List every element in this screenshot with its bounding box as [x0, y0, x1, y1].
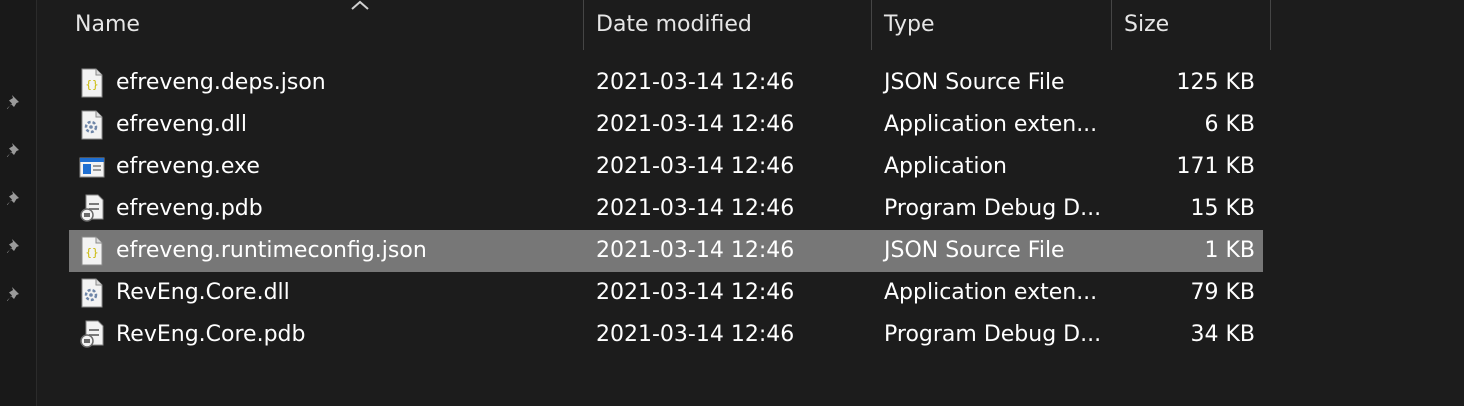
file-row[interactable]: efreveng.pdb 2021-03-14 12:46 Program De… [69, 188, 1263, 230]
column-divider[interactable] [1111, 0, 1112, 50]
file-type: JSON Source File [884, 238, 1065, 263]
column-divider[interactable] [1270, 0, 1271, 50]
file-row[interactable]: efreveng.dll 2021-03-14 12:46 Applicatio… [69, 104, 1263, 146]
file-row[interactable]: RevEng.Core.pdb 2021-03-14 12:46 Program… [69, 314, 1263, 356]
file-row-selected[interactable]: {} efreveng.runtimeconfig.json 2021-03-1… [69, 230, 1263, 272]
file-size: 79 KB [1190, 280, 1255, 305]
pin-icon[interactable] [4, 140, 26, 162]
file-type: Application exten... [884, 112, 1098, 137]
column-header-name[interactable]: Name [75, 0, 583, 50]
file-name: efreveng.dll [116, 112, 248, 137]
svg-text:{}: {} [85, 246, 98, 259]
pdb-file-icon [79, 320, 105, 350]
file-date-modified: 2021-03-14 12:46 [596, 280, 795, 305]
json-file-icon: {} [79, 236, 105, 266]
file-name: efreveng.exe [116, 154, 260, 179]
file-name: efreveng.pdb [116, 196, 263, 221]
file-row[interactable]: efreveng.exe 2021-03-14 12:46 Applicatio… [69, 146, 1263, 188]
file-row[interactable]: RevEng.Core.dll 2021-03-14 12:46 Applica… [69, 272, 1263, 314]
pin-icon[interactable] [4, 92, 26, 114]
file-size: 171 KB [1176, 154, 1255, 179]
column-header: Name Date modified Type Size [37, 0, 1464, 50]
svg-text:{}: {} [85, 78, 98, 91]
file-row[interactable]: {} efreveng.deps.json 2021-03-14 12:46 J… [69, 62, 1263, 104]
column-divider[interactable] [583, 0, 584, 50]
file-date-modified: 2021-03-14 12:46 [596, 238, 795, 263]
dll-file-icon [79, 110, 105, 140]
file-type: Program Debug D... [884, 322, 1102, 347]
file-size: 125 KB [1176, 70, 1255, 95]
pin-icon[interactable] [4, 236, 26, 258]
file-size: 15 KB [1190, 196, 1255, 221]
file-type: Application exten... [884, 280, 1098, 305]
file-name: efreveng.deps.json [116, 70, 326, 95]
json-file-icon: {} [79, 68, 105, 98]
file-size: 34 KB [1190, 322, 1255, 347]
file-size: 1 KB [1204, 238, 1255, 263]
column-header-type[interactable]: Type [884, 0, 1110, 50]
file-date-modified: 2021-03-14 12:46 [596, 154, 795, 179]
file-name: RevEng.Core.dll [116, 280, 290, 305]
file-type: Program Debug D... [884, 196, 1102, 221]
file-size: 6 KB [1204, 112, 1255, 137]
file-date-modified: 2021-03-14 12:46 [596, 70, 795, 95]
pin-icon[interactable] [4, 284, 26, 306]
file-date-modified: 2021-03-14 12:46 [596, 112, 795, 137]
file-type: Application [884, 154, 1007, 179]
pin-icon[interactable] [4, 188, 26, 210]
exe-file-icon [79, 152, 105, 182]
file-name: RevEng.Core.pdb [116, 322, 306, 347]
file-type: JSON Source File [884, 70, 1065, 95]
sort-caret-up-icon [350, 0, 370, 12]
file-explorer-view: Name Date modified Type Size {} efreveng… [0, 0, 1464, 406]
navigation-pane [0, 0, 37, 406]
file-date-modified: 2021-03-14 12:46 [596, 196, 795, 221]
pdb-file-icon [79, 194, 105, 224]
file-date-modified: 2021-03-14 12:46 [596, 322, 795, 347]
column-header-size[interactable]: Size [1124, 0, 1270, 50]
column-divider[interactable] [871, 0, 872, 50]
dll-file-icon [79, 278, 105, 308]
file-name: efreveng.runtimeconfig.json [116, 238, 427, 263]
column-header-date[interactable]: Date modified [596, 0, 870, 50]
